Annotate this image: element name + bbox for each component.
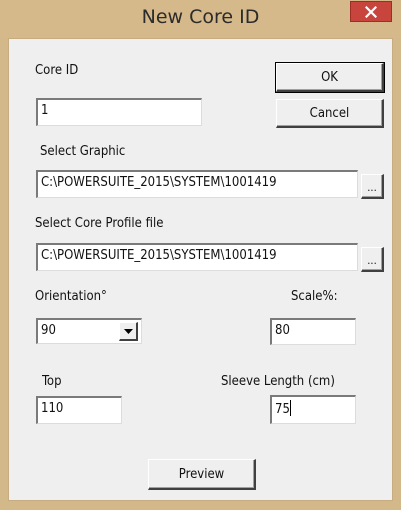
dialog-body: Core ID 1 OK Cancel Select Graphic C:\PO… <box>8 38 393 501</box>
title-bar[interactable]: New Core ID <box>0 0 401 38</box>
text-caret <box>289 400 291 416</box>
select-graphic-label: Select Graphic <box>40 144 126 159</box>
orientation-value: 90 <box>41 323 56 338</box>
scale-label: Scale%: <box>291 289 338 304</box>
ok-button[interactable]: OK <box>275 62 385 93</box>
core-profile-path-input[interactable]: C:\POWERSUITE_2015\SYSTEM\1001419 <box>36 243 358 271</box>
top-label: Top <box>42 374 62 389</box>
sleeve-length-input[interactable]: 75 <box>270 395 356 424</box>
graphic-path-input[interactable]: C:\POWERSUITE_2015\SYSTEM\1001419 <box>36 170 358 198</box>
sleeve-length-value: 75 <box>275 402 290 417</box>
preview-button[interactable]: Preview <box>148 459 256 490</box>
window-title: New Core ID <box>141 6 260 28</box>
close-button[interactable] <box>350 1 392 22</box>
core-id-label: Core ID <box>35 63 79 78</box>
scale-input[interactable]: 80 <box>270 318 356 345</box>
close-icon <box>365 5 377 18</box>
cancel-button[interactable]: Cancel <box>276 99 384 128</box>
browse-core-profile-button[interactable]: ... <box>361 247 384 272</box>
sleeve-length-label: Sleeve Length (cm) <box>221 374 335 389</box>
browse-graphic-button[interactable]: ... <box>361 174 384 199</box>
dialog-window: New Core ID Core ID 1 OK Cancel Select G… <box>0 0 401 510</box>
core-id-input[interactable]: 1 <box>36 98 202 126</box>
chevron-down-icon <box>123 328 133 334</box>
orientation-label: Orientation° <box>35 289 107 304</box>
orientation-dropdown-button[interactable] <box>119 322 138 341</box>
top-input[interactable]: 110 <box>36 396 122 424</box>
select-core-profile-label: Select Core Profile file <box>35 216 164 231</box>
